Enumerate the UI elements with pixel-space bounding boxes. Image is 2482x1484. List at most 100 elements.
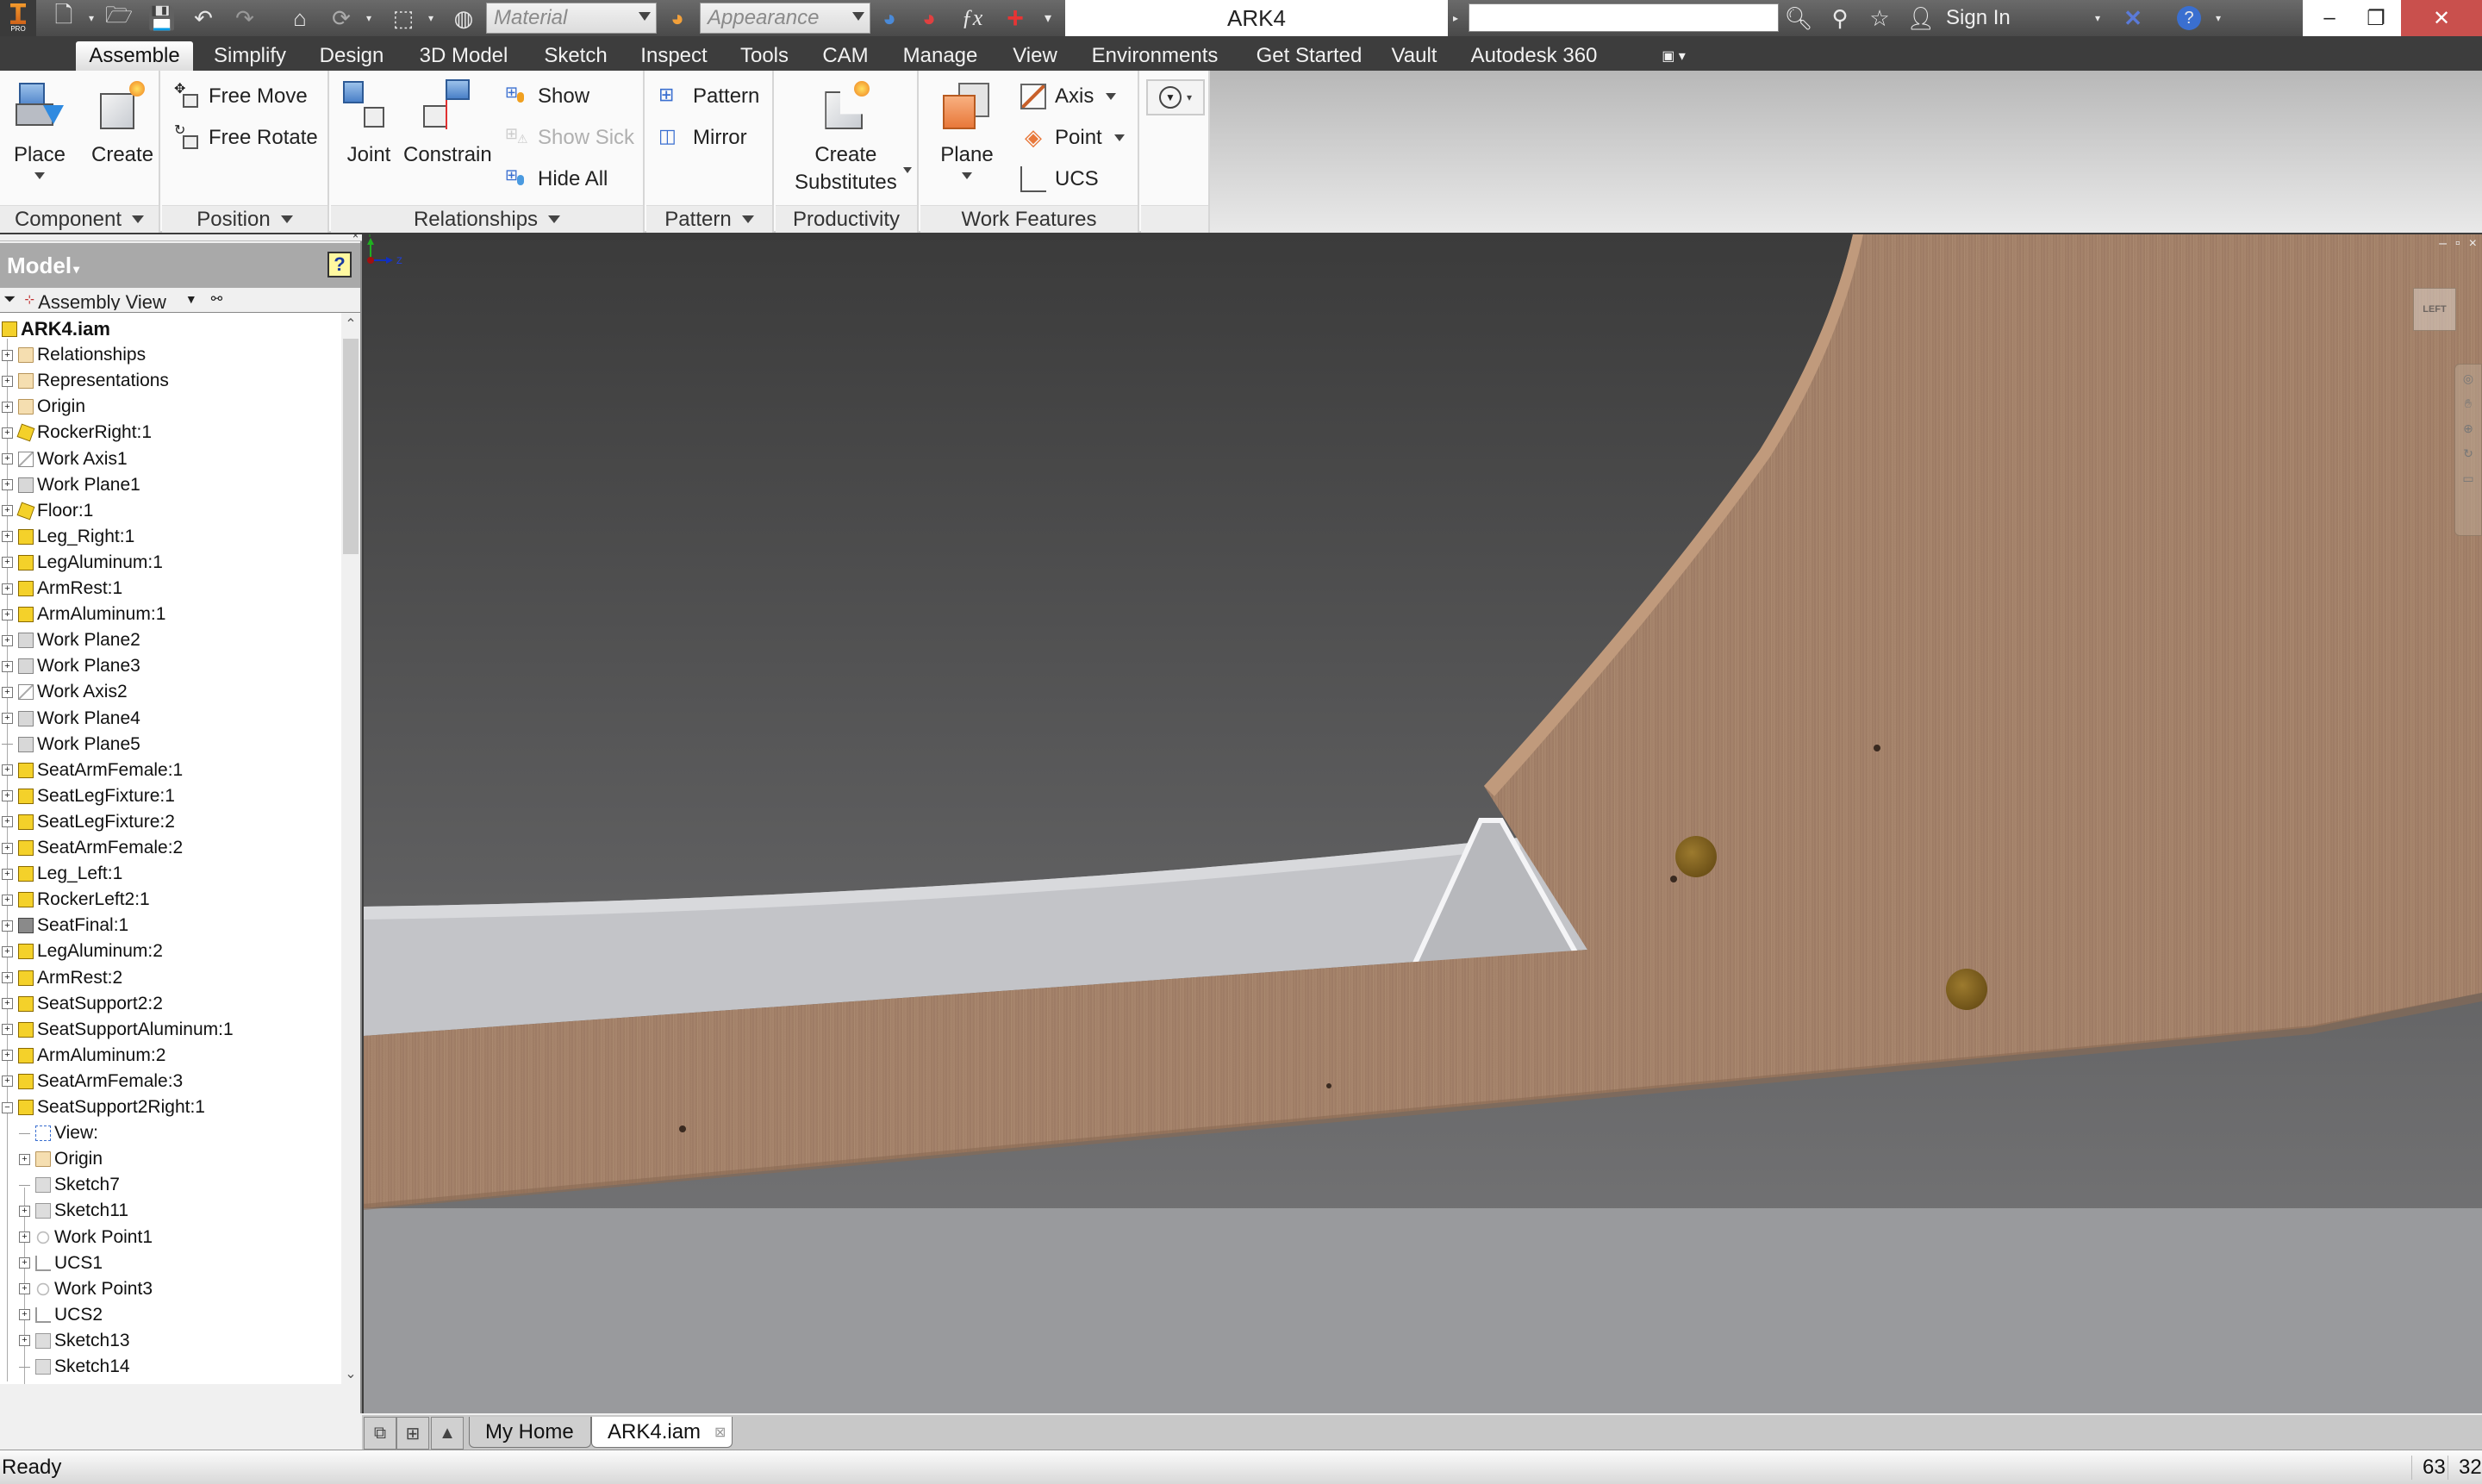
tree-item[interactable]: + SeatSupportAluminum:1 [2,1017,234,1043]
tree-item[interactable]: View: [19,1120,98,1146]
tab-cam[interactable]: CAM [814,41,877,71]
tree-item[interactable]: Sketch7 [19,1172,120,1198]
free-rotate-button[interactable]: ↻ Free Rotate [174,122,318,153]
zoom-icon[interactable]: ⊕ [2463,421,2473,436]
tree-scrollbar[interactable]: ⌃ ⌄ [341,313,360,1384]
tree-item[interactable]: Sketch14 [19,1354,130,1380]
tab-assemble[interactable]: Assemble [76,41,193,71]
chevron-down-icon[interactable]: ▼ [185,292,197,306]
tab-simplify[interactable]: Simplify [203,41,296,71]
tab-view[interactable]: View [1001,41,1069,71]
material-ball-button[interactable]: ◍ [448,3,479,33]
tree-item[interactable]: + LegAluminum:1 [2,550,163,576]
tree-item[interactable]: + SeatArmFemale:2 [2,835,183,861]
tree-item[interactable]: + Origin [2,394,85,420]
appearance-combo[interactable]: Appearance [700,3,870,34]
expand-toggle-icon[interactable]: + [2,1024,13,1036]
expand-toggle-icon[interactable]: + [19,1335,30,1347]
home-button[interactable]: ⌂ [284,3,315,33]
new-file-dropdown[interactable]: ▾ [84,3,98,33]
panel-label-position[interactable]: Position [162,205,327,233]
expand-toggle-icon[interactable]: + [2,401,13,413]
tree-item[interactable]: + Floor:1 [2,498,93,524]
tree-item[interactable]: + SeatArmFemale:3 [2,1069,183,1094]
tree-item[interactable]: + SeatLegFixture:2 [2,809,175,835]
help-button[interactable]: ? [2173,3,2204,33]
sign-in-button[interactable]: Sign In [1946,0,2011,36]
look-at-icon[interactable]: ▭ [2462,471,2473,486]
expand-toggle-icon[interactable]: + [2,479,13,491]
tree-item[interactable]: + Sketch11 [19,1198,128,1224]
constrain-button[interactable]: Constrain [403,79,492,167]
scroll-up-arrow[interactable]: ⌃ [343,313,359,335]
assembly-view-selector[interactable]: Assembly View [38,291,166,310]
expand-toggle-icon[interactable]: + [2,945,13,957]
open-documents-button[interactable]: ▲ [431,1417,464,1450]
material-combo[interactable]: Material [486,3,657,34]
tree-item[interactable]: + Work Axis1 [2,446,128,472]
panel-label-component[interactable]: Component [0,205,159,233]
tree-item[interactable]: + UCS1 [19,1250,103,1276]
viewcube[interactable]: LEFT [2413,288,2456,331]
select-button[interactable]: ⬚ [388,3,419,33]
panel-label-relationships[interactable]: Relationships [331,205,643,233]
expand-toggle-icon[interactable]: + [19,1283,30,1295]
expand-toggle-icon[interactable]: + [2,349,13,361]
pan-hand-icon[interactable]: ✋︎ [2465,396,2472,411]
user-button[interactable]: 👤︎ [1906,3,1936,33]
point-button[interactable]: ◈ Point [1020,122,1125,153]
expand-toggle-icon[interactable]: + [2,375,13,387]
tree-item[interactable]: + LegAluminum:2 [2,938,163,964]
tree-item[interactable]: + Work Plane1 [2,472,140,498]
expand-toggle-icon[interactable]: + [2,1050,13,1062]
clear-appearance-button[interactable]: ◕ [914,3,945,33]
tree-item[interactable]: + SeatSupport2:2 [2,991,163,1017]
app-menu-button[interactable]: PRO [0,0,36,36]
tab-environments[interactable]: Environments [1082,41,1227,71]
expand-toggle-icon[interactable]: + [2,842,13,854]
tree-item[interactable]: + RockerLeft2:1 [2,887,150,913]
mirror-button[interactable]: ◫ Mirror [658,122,747,153]
tree-scroll-thumb[interactable] [343,339,359,554]
expand-toggle-icon[interactable]: + [19,1153,30,1165]
tree-item[interactable]: + Sketch13 [19,1328,130,1354]
expand-toggle-icon[interactable]: + [2,557,13,569]
select-dropdown[interactable]: ▾ [424,3,438,33]
expand-toggle-icon[interactable]: + [19,1231,30,1243]
expand-toggle-icon[interactable]: + [19,1205,30,1217]
browser-title-dropdown[interactable]: Model ▾ [7,253,79,279]
tree-item[interactable]: + Work Plane2 [2,627,140,653]
expand-toggle-icon[interactable]: + [2,868,13,880]
expand-toggle-icon[interactable]: + [2,453,13,465]
parameters-button[interactable]: ƒx [957,3,988,33]
orbit-icon[interactable]: ↻ [2463,446,2473,461]
browser-help-button[interactable]: ? [327,252,352,277]
pattern-button[interactable]: ⊞ Pattern [658,81,759,112]
find-binoculars-icon[interactable]: ⚯ [211,290,222,308]
viewport-restore-icon[interactable]: ▫ [2455,236,2460,252]
collapse-toggle-icon[interactable]: − [2,1101,13,1113]
tab-3d-model[interactable]: 3D Model [405,41,522,71]
close-tab-icon[interactable]: ⊠ [714,1424,726,1441]
place-button[interactable]: Place [12,79,67,179]
tree-item[interactable]: + RockerRight:1 [2,420,152,446]
graphics-viewport[interactable]: – ▫ × LEFT ◎ ✋︎ ⊕ ↻ ▭ Y Z [364,234,2482,1413]
tab-sketch[interactable]: Sketch [534,41,617,71]
update-button[interactable]: ⟳ [326,3,357,33]
appearance-ball-button[interactable]: ◕ [662,3,693,33]
expand-toggle-icon[interactable]: + [19,1309,30,1321]
joint-button[interactable]: Joint [341,79,396,167]
tab-manage[interactable]: Manage [893,41,988,71]
exchange-apps-button[interactable]: ✕ [2118,3,2148,33]
hide-all-button[interactable]: ⊞ Hide All [503,164,608,195]
expand-toggle-icon[interactable]: + [2,583,13,595]
create-component-button[interactable]: Create [91,79,153,167]
tab-tools[interactable]: Tools [729,41,800,71]
save-button[interactable]: 💾 [147,3,178,33]
tab-autodesk-360[interactable]: Autodesk 360 [1465,41,1603,71]
tree-item[interactable]: + Origin [19,1146,103,1172]
ribbon-overflow-button[interactable]: ▼ ▾ [1146,79,1205,115]
undo-button[interactable]: ↶ [188,3,219,33]
new-file-button[interactable]: 🗋 [48,2,79,33]
tree-item[interactable]: + ArmAluminum:2 [2,1043,165,1069]
